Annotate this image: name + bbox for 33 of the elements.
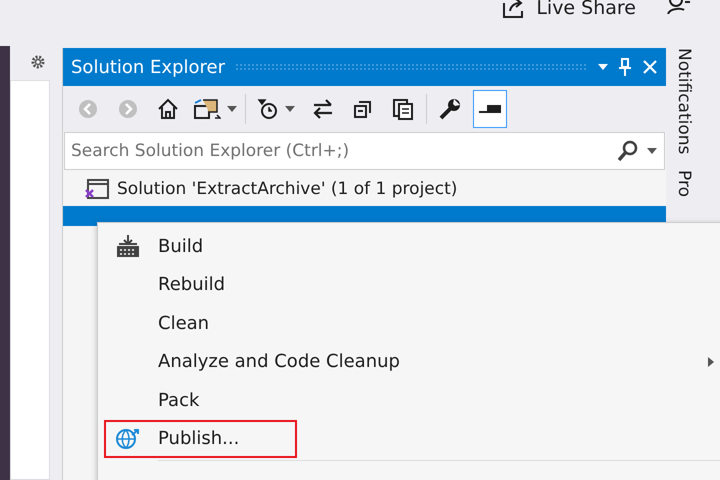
menu-item[interactable]: Analyze and Code Cleanup: [98, 342, 720, 381]
wrench-icon: [438, 97, 462, 121]
build-icon: [116, 234, 140, 258]
sync-arrows-icon: [312, 98, 334, 120]
caret-icon: [598, 64, 608, 70]
menu-item[interactable]: Publish...: [98, 420, 720, 458]
search-icon: [617, 140, 639, 162]
home-icon: [157, 98, 179, 120]
tree-label: Solution 'ExtractArchive' (1 of 1 project): [117, 179, 458, 199]
globe-arrow-icon: [115, 426, 141, 451]
toolbar-button[interactable]: [473, 90, 507, 128]
collapse-all-icon: [352, 98, 374, 120]
panel-title: Solution Explorer: [71, 56, 225, 78]
copy-documents-icon: [391, 97, 415, 121]
solution-icon: [85, 178, 109, 200]
caret-icon: [647, 148, 657, 154]
side-tab[interactable]: Pro: [674, 170, 694, 198]
caret-icon: [285, 106, 295, 112]
clock-icon: [257, 98, 279, 120]
tree-row[interactable]: Solution 'ExtractArchive' (1 of 1 project): [63, 172, 666, 206]
person-add-icon[interactable]: [666, 0, 690, 14]
preview-pane-icon: [477, 104, 503, 114]
menu-item[interactable]: Clean: [98, 304, 720, 342]
menu-item[interactable]: Rebuild: [98, 266, 720, 304]
caret-icon: [227, 106, 237, 112]
settings-icon[interactable]: [30, 54, 46, 70]
search-field[interactable]: Search Solution Explorer (Ctrl+;): [64, 132, 665, 170]
close-icon[interactable]: [642, 59, 658, 75]
folder-swap-icon: [193, 98, 221, 120]
menu-item[interactable]: Pack: [98, 381, 720, 420]
side-tab[interactable]: Notifications: [674, 48, 694, 154]
pin-icon[interactable]: [618, 58, 632, 76]
menu-item[interactable]: Build: [98, 227, 720, 266]
